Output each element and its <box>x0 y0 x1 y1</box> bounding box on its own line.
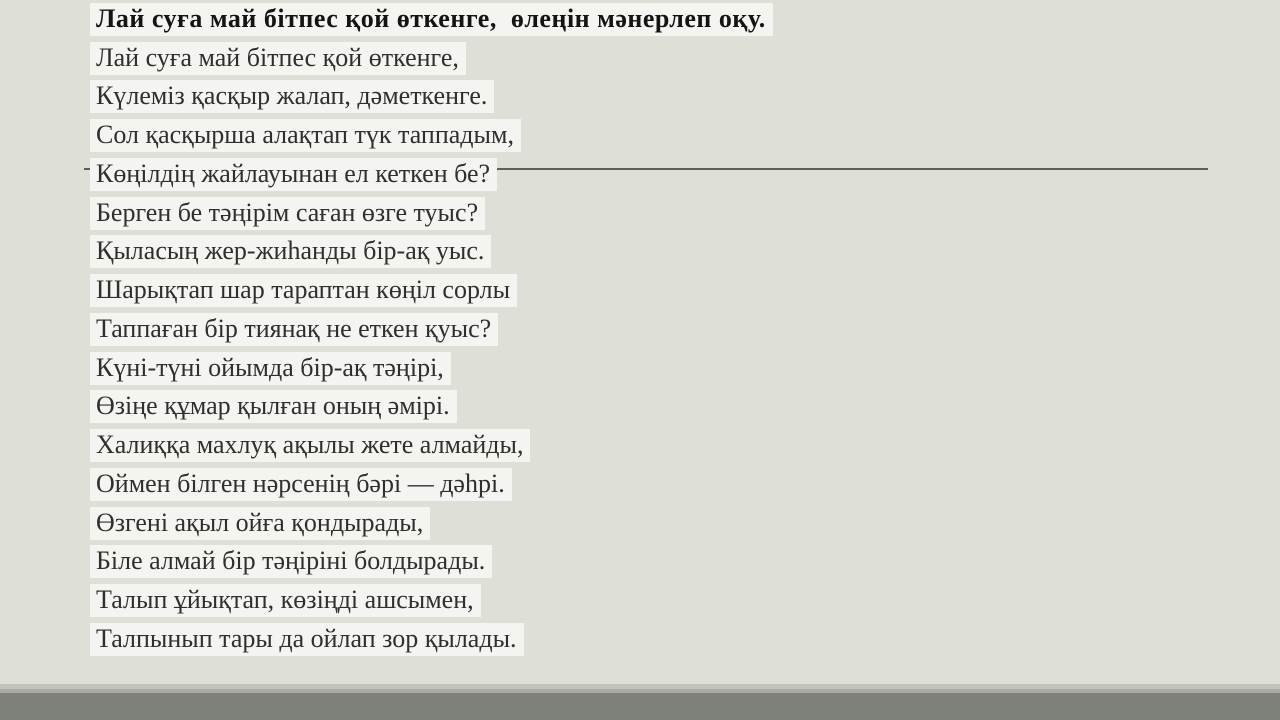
poem-line: Берген бе тәңірім саған өзге туыс? <box>90 194 1280 233</box>
poem-line: Күні-түні ойымда бір-ақ тәңірі, <box>90 349 1280 388</box>
poem-line: Оймен білген нәрсенің бәрі — дәһрі. <box>90 465 1280 504</box>
poem-line-text: Қыласың жер-жиһанды бір-ақ уыс. <box>90 235 492 269</box>
poem-line-text: Шарықтап шар тараптан көңіл сорлы <box>90 274 518 308</box>
poem-line: Шарықтап шар тараптан көңіл сорлы <box>90 271 1280 310</box>
poem-line: Өзгені ақыл ойға қондырады, <box>90 504 1280 543</box>
poem-line-text: Лай суға май бітпес қой өткенге, <box>90 41 466 75</box>
slide-title-row: Лай суға май бітпес қой өткенге, өлеңін … <box>90 0 1280 39</box>
poem-line-text: Талып ұйықтап, көзіңді ашсымен, <box>90 584 481 618</box>
poem-line-text: Таппаған бір тиянақ не еткен қуыс? <box>90 312 499 346</box>
poem-line: Лай суға май бітпес қой өткенге, <box>90 39 1280 78</box>
poem-line-text: Халиққа махлуқ ақылы жете алмайды, <box>90 429 531 463</box>
poem-line: Күлеміз қасқыр жалап, дәметкенге. <box>90 78 1280 117</box>
poem-line: Талпынып тары да ойлап зор қылады. <box>90 620 1280 659</box>
poem-line-text: Берген бе тәңірім саған өзге туыс? <box>90 196 486 230</box>
poem-line: Сол қасқырша алақтап түк таппадым, <box>90 116 1280 155</box>
poem-line-text: Оймен білген нәрсенің бәрі — дәһрі. <box>90 467 512 501</box>
poem-line: Талып ұйықтап, көзіңді ашсымен, <box>90 581 1280 620</box>
poem-slide: Лай суға май бітпес қой өткенге, өлеңін … <box>90 0 1280 659</box>
poem-line: Таппаған бір тиянақ не еткен қуыс? <box>90 310 1280 349</box>
slide-title: Лай суға май бітпес қой өткенге, өлеңін … <box>90 2 773 36</box>
poem-line-text: Көңілдің жайлауынан ел кеткен бе? <box>90 157 498 191</box>
footer-bar <box>0 693 1280 720</box>
poem-line-text: Күні-түні ойымда бір-ақ тәңірі, <box>90 351 451 385</box>
poem-line-text: Сол қасқырша алақтап түк таппадым, <box>90 119 521 153</box>
poem-line: Халиққа махлуқ ақылы жете алмайды, <box>90 426 1280 465</box>
slide-frame: Лай суға май бітпес қой өткенге, өлеңін … <box>0 0 1280 720</box>
poem-line: Көңілдің жайлауынан ел кеткен бе? <box>90 155 1280 194</box>
poem-line-text: Күлеміз қасқыр жалап, дәметкенге. <box>90 80 495 114</box>
poem-line-text: Өзіңе құмар қылған оның әмірі. <box>90 390 457 424</box>
poem-line-text: Біле алмай бір тәңіріні болдырады. <box>90 545 493 579</box>
poem-line: Біле алмай бір тәңіріні болдырады. <box>90 543 1280 582</box>
poem-line-text: Өзгені ақыл ойға қондырады, <box>90 506 431 540</box>
poem-line: Өзіңе құмар қылған оның әмірі. <box>90 388 1280 427</box>
poem-line: Қыласың жер-жиһанды бір-ақ уыс. <box>90 233 1280 272</box>
poem-line-text: Талпынып тары да ойлап зор қылады. <box>90 622 524 656</box>
